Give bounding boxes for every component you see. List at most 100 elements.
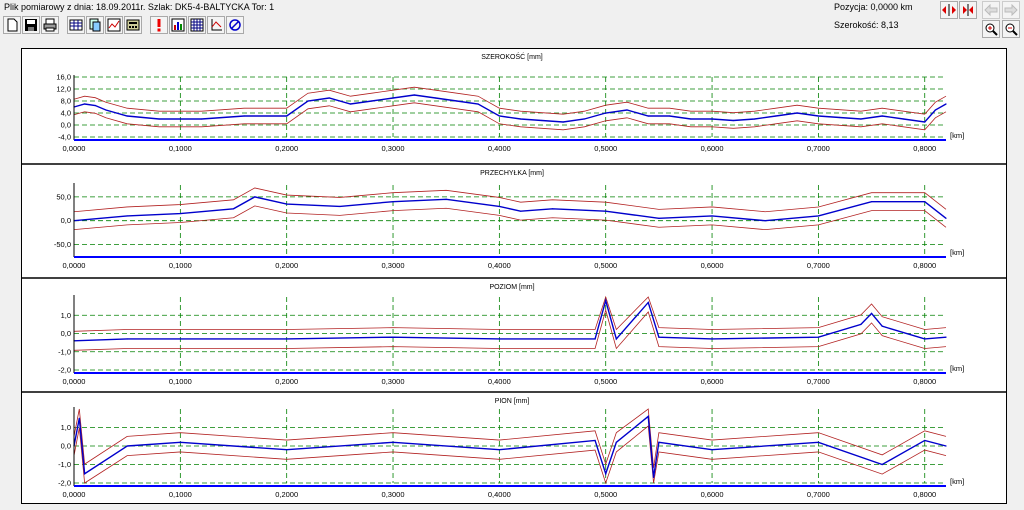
data-point bbox=[232, 208, 235, 210]
chart-title: PION [mm] bbox=[495, 398, 530, 405]
data-point bbox=[775, 115, 777, 117]
x-tick-label: 0,1000 bbox=[169, 490, 192, 499]
data-point bbox=[924, 439, 926, 442]
data-point bbox=[243, 115, 245, 117]
x-tick-label: 0,3000 bbox=[382, 261, 405, 270]
y-tick-label: 50,0 bbox=[56, 192, 71, 201]
x-tick-label: 0,5000 bbox=[594, 261, 617, 270]
print-button[interactable] bbox=[41, 16, 59, 34]
data-point bbox=[605, 473, 607, 475]
x-tick-label: 0,0000 bbox=[63, 377, 86, 386]
data-point bbox=[583, 118, 586, 120]
save-icon bbox=[25, 19, 37, 31]
x-tick-label: 0,5000 bbox=[594, 377, 617, 386]
y-tick-label: -1,0 bbox=[58, 460, 71, 469]
x-tick-label: 0,7000 bbox=[807, 261, 830, 270]
data-point bbox=[902, 118, 905, 120]
data-point bbox=[594, 338, 596, 340]
copy-button[interactable] bbox=[86, 16, 104, 34]
data-point bbox=[839, 116, 841, 119]
x-tick-label: 0,6000 bbox=[701, 144, 724, 153]
previous-button[interactable] bbox=[982, 1, 1000, 19]
x-tick-label: 0,2000 bbox=[275, 377, 298, 386]
data-point bbox=[817, 115, 819, 117]
data-point bbox=[286, 203, 288, 205]
print-icon bbox=[43, 18, 57, 32]
x-tick-label: 0,7000 bbox=[807, 490, 830, 499]
data-point bbox=[615, 441, 617, 443]
data-point bbox=[647, 301, 649, 304]
data-point bbox=[870, 201, 873, 203]
data-point bbox=[413, 94, 415, 96]
data-point bbox=[126, 338, 128, 340]
data-point bbox=[945, 217, 947, 219]
x-unit-label: [km] bbox=[950, 131, 964, 140]
calculator-button[interactable] bbox=[124, 16, 142, 34]
save-button[interactable] bbox=[22, 16, 40, 34]
data-point bbox=[498, 205, 500, 208]
data-point bbox=[498, 115, 500, 117]
no-button[interactable] bbox=[226, 16, 244, 34]
expand-horizontal-button[interactable] bbox=[940, 1, 958, 19]
data-point bbox=[732, 119, 734, 122]
data-point bbox=[126, 445, 128, 447]
arrow-right-icon bbox=[1004, 4, 1018, 16]
data-point bbox=[945, 445, 947, 447]
data-point bbox=[605, 210, 607, 212]
data-point bbox=[94, 104, 96, 107]
next-button[interactable] bbox=[1002, 1, 1020, 19]
data-point bbox=[126, 115, 128, 117]
width-readout: Szerokość: 8,13 bbox=[834, 20, 899, 30]
data-point bbox=[870, 312, 873, 315]
x-tick-label: 0,6000 bbox=[701, 261, 724, 270]
alert-button[interactable] bbox=[150, 16, 168, 34]
copy-icon bbox=[89, 18, 101, 32]
data-point bbox=[658, 217, 660, 219]
x-unit-label: [km] bbox=[950, 364, 964, 373]
x-tick-label: 0,6000 bbox=[701, 490, 724, 499]
chart-title: SZEROKOŚĆ [mm] bbox=[481, 52, 543, 61]
new-file-button[interactable] bbox=[3, 16, 21, 34]
zoom-in-icon bbox=[985, 23, 998, 36]
data-point bbox=[594, 439, 596, 442]
data-point bbox=[881, 325, 883, 327]
y-tick-label: 0,0 bbox=[61, 329, 71, 338]
table-button[interactable] bbox=[67, 16, 85, 34]
data-point bbox=[690, 118, 692, 120]
data-point bbox=[179, 338, 181, 340]
data-point bbox=[201, 118, 203, 120]
collapse-horizontal-button[interactable] bbox=[959, 1, 977, 19]
data-point bbox=[711, 215, 713, 217]
data-point bbox=[498, 449, 500, 451]
data-point bbox=[286, 338, 288, 340]
position-readout: Pozycja: 0,0000 km bbox=[834, 2, 913, 12]
alert-icon bbox=[157, 19, 161, 32]
data-point bbox=[652, 476, 655, 479]
axis-button[interactable] bbox=[207, 16, 225, 34]
zoom-out-button[interactable] bbox=[1002, 20, 1020, 38]
measurement-trace bbox=[73, 415, 947, 478]
x-unit-label: [km] bbox=[950, 248, 964, 257]
table-icon bbox=[69, 19, 83, 31]
data-point bbox=[945, 336, 947, 338]
axis-icon bbox=[211, 19, 222, 31]
data-point bbox=[796, 112, 798, 114]
x-tick-label: 0,5000 bbox=[594, 490, 617, 499]
data-point bbox=[817, 215, 819, 217]
data-point bbox=[668, 115, 671, 117]
data-point bbox=[924, 338, 926, 340]
zoom-in-button[interactable] bbox=[982, 20, 1000, 38]
measurement-trace bbox=[73, 298, 947, 342]
x-tick-label: 0,2000 bbox=[275, 144, 298, 153]
x-tick-label: 0,8000 bbox=[913, 490, 936, 499]
data-point bbox=[615, 338, 617, 340]
data-point bbox=[520, 210, 522, 212]
y-tick-label: 0,0 bbox=[61, 442, 71, 451]
data-point bbox=[817, 336, 819, 338]
calculator-icon bbox=[126, 19, 140, 31]
grid-button[interactable] bbox=[188, 16, 206, 34]
data-point bbox=[445, 198, 447, 200]
y-tick-label: 0,0 bbox=[61, 216, 71, 225]
chart-button[interactable] bbox=[105, 16, 123, 34]
bar-chart-button[interactable] bbox=[169, 16, 187, 34]
